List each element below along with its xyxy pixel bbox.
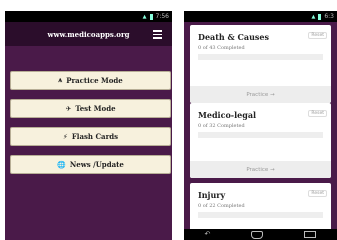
clock: 7:56	[155, 13, 169, 20]
progress-text: 0 of 43 Completed	[198, 45, 245, 51]
road-icon: ⩚	[58, 76, 63, 84]
practice-button[interactable]: Practice →	[190, 86, 331, 103]
topic-card-medico-legal[interactable]: Medico-legal Reset 0 of 32 Completed Pra…	[190, 103, 331, 178]
flash-icon: ⚡	[62, 132, 68, 141]
progress-text: 0 of 22 Completed	[198, 203, 245, 209]
button-label: Flash Cards	[71, 132, 119, 141]
status-bar: ▲ 7:56	[5, 11, 172, 22]
status-bar: ▲ 6:3	[184, 11, 337, 22]
progress-bar	[198, 212, 323, 218]
button-label: Test Mode	[75, 104, 116, 113]
flash-cards-button[interactable]: ⚡ Flash Cards	[10, 127, 171, 146]
topic-card-injury[interactable]: Injury Reset 0 of 22 Completed	[190, 183, 331, 233]
battery-icon	[318, 13, 322, 20]
reset-button[interactable]: Reset	[308, 190, 327, 197]
progress-bar	[198, 132, 323, 138]
reset-button[interactable]: Reset	[308, 32, 327, 39]
android-nav-bar: ↶	[184, 229, 337, 240]
battery-icon	[149, 13, 153, 20]
practice-mode-button[interactable]: ⩚ Practice Mode	[10, 71, 171, 90]
back-icon[interactable]: ↶	[205, 231, 211, 238]
hamburger-icon[interactable]	[153, 30, 162, 41]
right-screen: ▲ 6:3 Death & Causes Reset 0 of 43 Compl…	[184, 11, 337, 240]
recent-apps-icon[interactable]	[304, 231, 317, 238]
signal-icon: ▲	[142, 13, 147, 20]
progress-text: 0 of 32 Completed	[198, 123, 245, 129]
signal-icon: ▲	[311, 13, 316, 20]
progress-bar	[198, 54, 323, 60]
app-header: www.medicoapps.org	[5, 22, 172, 46]
button-label: Practice Mode	[66, 76, 123, 85]
topic-card-death-causes[interactable]: Death & Causes Reset 0 of 43 Completed P…	[190, 25, 331, 103]
plane-icon: ✈	[65, 104, 72, 113]
button-label: News /Update	[69, 160, 124, 169]
practice-button[interactable]: Practice →	[190, 161, 331, 178]
site-title: www.medicoapps.org	[47, 29, 130, 39]
news-update-button[interactable]: 🌐 News /Update	[10, 155, 171, 174]
home-icon[interactable]	[251, 230, 264, 239]
clock: 6:3	[324, 13, 334, 20]
reset-button[interactable]: Reset	[308, 110, 327, 117]
left-screen: ▲ 7:56 www.medicoapps.org ⩚ Practice Mod…	[5, 11, 172, 240]
test-mode-button[interactable]: ✈ Test Mode	[10, 99, 171, 118]
globe-icon: 🌐	[57, 160, 66, 169]
